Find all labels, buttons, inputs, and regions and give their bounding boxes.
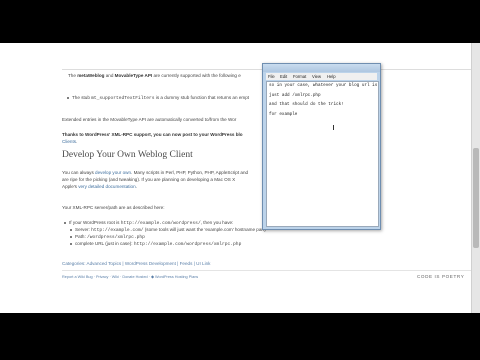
section-heading: Develop Your Own Weblog Client — [62, 150, 193, 160]
bullet-icon — [70, 229, 72, 231]
notepad-text-area[interactable]: so in your case, whatever your blog url … — [266, 81, 379, 227]
menu-format[interactable]: Format — [293, 74, 306, 79]
bullet-icon — [64, 222, 66, 224]
notepad-menubar: File Edit Format View Help — [266, 73, 377, 80]
vertical-scrollbar[interactable] — [471, 43, 480, 313]
letterbox-top — [0, 0, 480, 43]
api-support-paragraph: The metaWeblog and MovableType API are c… — [68, 73, 241, 78]
url-list-item: complete URL (just in case): http://exam… — [75, 241, 242, 247]
note-line: just add /xmlrpc.php — [269, 93, 321, 98]
server-path-intro: Your XML-RPC server/path are as describe… — [62, 205, 165, 210]
develop-paragraph-line2: are ripe for the picking (and tweaking).… — [62, 177, 236, 182]
clients-line: Clients. — [62, 139, 78, 144]
video-frame: The metaWeblog and MovableType API are c… — [0, 0, 480, 360]
develop-paragraph-line1: You can always develop your own. Many sc… — [62, 170, 249, 175]
bullet-icon — [67, 97, 69, 99]
footer-brand: CODE IS POETRY — [417, 274, 465, 279]
letterbox-bottom — [0, 313, 480, 360]
xmlrpc-support-paragraph: Thanks to WordPress' XML-RPC support, yo… — [62, 132, 243, 137]
scrollbar-thumb[interactable] — [473, 148, 479, 248]
menu-help[interactable]: Help — [327, 74, 336, 79]
extended-entries-paragraph: Extended entries in the MovableType API … — [62, 117, 237, 122]
notepad-titlebar[interactable] — [263, 64, 380, 72]
footer-divider — [62, 270, 472, 271]
path-list-item: Path: /wordpress/xmlrpc.php — [75, 234, 145, 240]
codex-article: The metaWeblog and MovableType API are c… — [0, 43, 472, 313]
clients-link[interactable]: Clients — [62, 139, 76, 144]
browser-viewport: The metaWeblog and MovableType API are c… — [0, 43, 480, 313]
note-line: and that should do the trick! — [269, 102, 344, 107]
root-list-item: If your WordPress root is http://example… — [69, 220, 234, 226]
menu-file[interactable]: File — [268, 74, 275, 79]
stub-function-note: The stub mt_supportedTextFilters is a du… — [72, 95, 250, 101]
categories-links[interactable]: Categories: Advanced Topics | WordPress … — [62, 261, 210, 266]
server-list-item: Server: http://example.com/ (some tools … — [75, 227, 266, 233]
text-cursor-icon — [333, 125, 334, 130]
documentation-link[interactable]: very detailed documentation — [78, 184, 135, 189]
menu-view[interactable]: View — [312, 74, 321, 79]
develop-paragraph-line3: Apple's very detailed documentation. — [62, 184, 137, 189]
bullet-icon — [70, 243, 72, 245]
footer-links[interactable]: Report a Wiki Bug · Privacy · Wiki · Don… — [62, 274, 198, 279]
develop-your-own-link[interactable]: develop your own — [95, 170, 131, 175]
note-line: so in your case, whatever your blog url … — [269, 83, 378, 88]
bullet-icon — [70, 236, 72, 238]
note-line: for example — [269, 112, 298, 117]
menu-edit[interactable]: Edit — [280, 74, 287, 79]
notepad-window[interactable]: File Edit Format View Help so in your ca… — [262, 63, 381, 230]
